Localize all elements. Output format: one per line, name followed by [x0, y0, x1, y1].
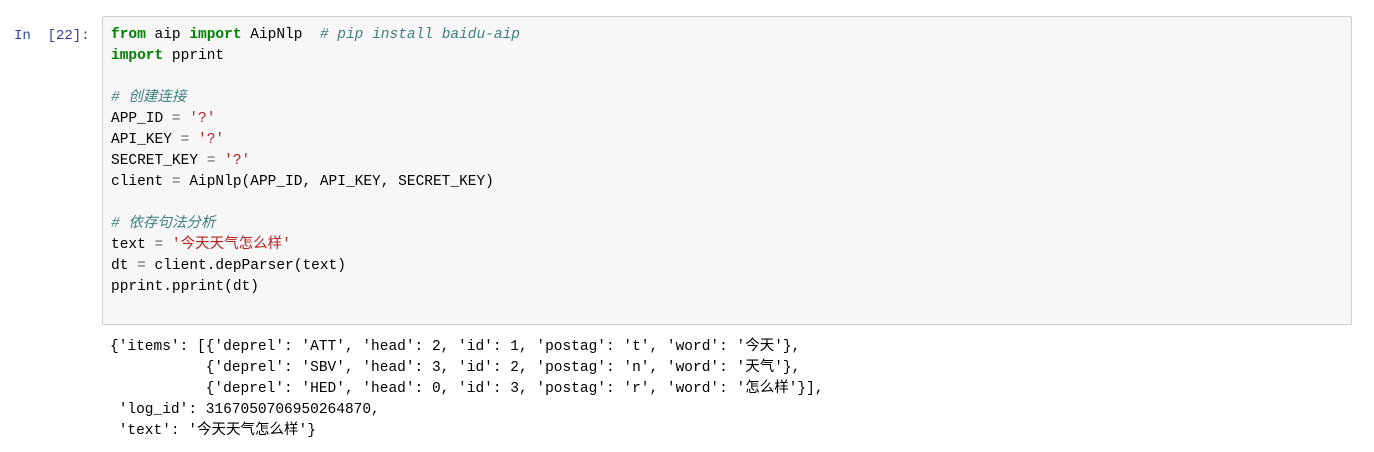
code-text: client.depParser(text) — [145, 258, 346, 274]
string-literal: '今天天气怎么样' — [171, 237, 291, 253]
output-line: {'deprel': 'SBV', 'head': 3, 'id': 2, 'p… — [110, 360, 801, 376]
operator: = — [171, 111, 181, 127]
code-text: AipNlp — [241, 27, 320, 43]
code-text: text — [111, 237, 155, 253]
keyword: from — [111, 27, 146, 43]
output-line: {'items': [{'deprel': 'ATT', 'head': 2, … — [110, 339, 801, 355]
code-line: API_KEY = '?' — [111, 130, 520, 151]
code-line: APP_ID = '?' — [111, 109, 520, 130]
code-text: AipNlp(APP_ID, API_KEY, SECRET_KEY) — [180, 174, 494, 190]
code-text: pprint — [163, 48, 225, 64]
code-text: pprint.pprint(dt) — [111, 279, 259, 295]
string-literal: '?' — [224, 153, 251, 169]
operator: = — [171, 174, 181, 190]
code-line: client = AipNlp(APP_ID, API_KEY, SECRET_… — [111, 172, 520, 193]
string-literal: '?' — [198, 132, 225, 148]
keyword: import — [111, 48, 164, 64]
output-line: 'text': '今天天气怎么样'} — [110, 423, 316, 439]
code-line: SECRET_KEY = '?' — [111, 151, 520, 172]
cell-output: {'items': [{'deprel': 'ATT', 'head': 2, … — [110, 337, 824, 442]
code-text: APP_ID — [111, 111, 172, 127]
code-line: pprint.pprint(dt) — [111, 277, 520, 298]
code-text: aip — [145, 27, 190, 43]
code-cell-input[interactable]: from aip import AipNlp # pip install bai… — [102, 16, 1352, 325]
code-comment: # 创建连接 — [111, 90, 187, 106]
code-line: text = '今天天气怎么样' — [111, 235, 520, 256]
code-comment: # 依存句法分析 — [111, 216, 216, 232]
code-line: dt = client.depParser(text) — [111, 256, 520, 277]
keyword: import — [189, 27, 242, 43]
output-line: 'log_id': 3167050706950264870, — [110, 402, 380, 418]
operator: = — [137, 258, 146, 274]
code-line: from aip import AipNlp # pip install bai… — [111, 25, 520, 46]
string-literal: '?' — [189, 111, 216, 127]
operator: = — [154, 237, 164, 253]
code-text: dt — [111, 258, 138, 274]
code-line: # 依存句法分析 — [111, 214, 520, 235]
code-line: import pprint — [111, 46, 520, 67]
output-line: {'deprel': 'HED', 'head': 0, 'id': 3, 'p… — [110, 381, 824, 397]
code-text: SECRET_KEY — [111, 153, 207, 169]
code-text: client — [111, 174, 172, 190]
input-prompt: In [22]: — [14, 28, 90, 44]
code-line: # 创建连接 — [111, 88, 520, 109]
code-comment: # pip install baidu-aip — [319, 27, 521, 43]
code-editor[interactable]: from aip import AipNlp # pip install bai… — [111, 25, 520, 298]
code-text: API_KEY — [111, 132, 181, 148]
